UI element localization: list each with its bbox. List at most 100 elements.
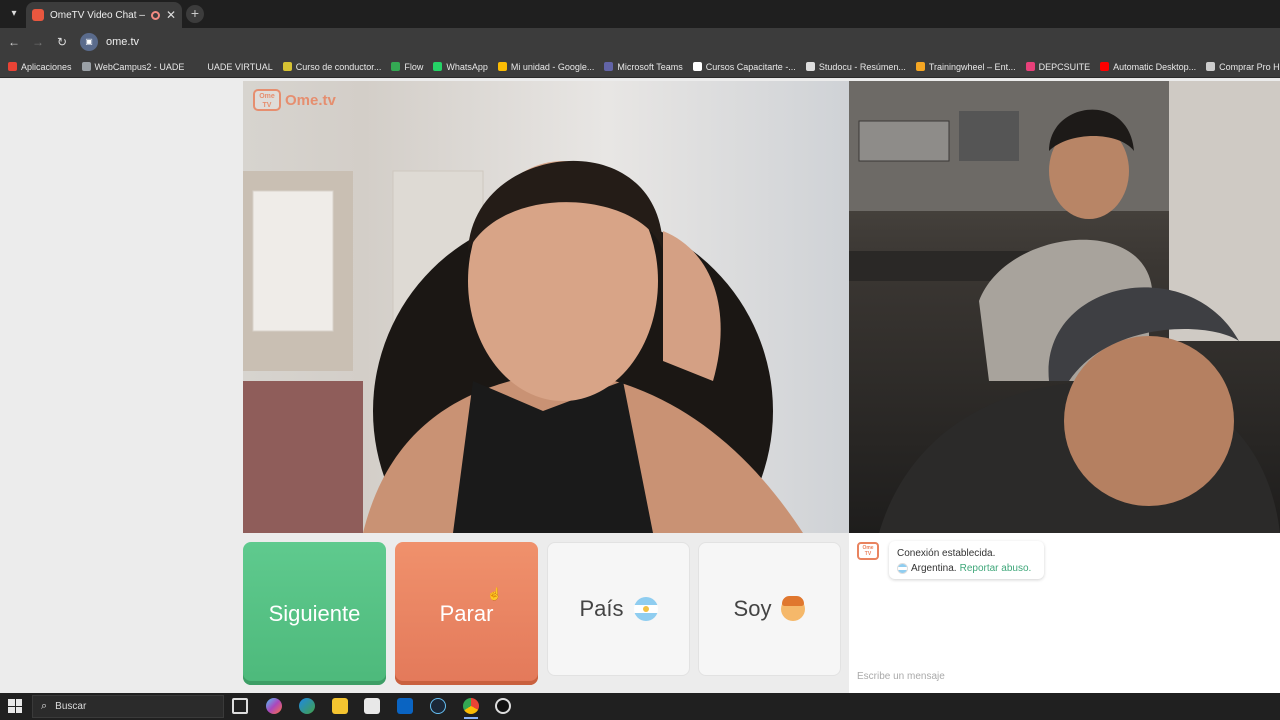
bookmark-item[interactable]: Comprar Pro Horm... bbox=[1206, 62, 1280, 72]
tab-close-icon[interactable]: ✕ bbox=[166, 8, 176, 22]
bookmark-label: Curso de conductor... bbox=[295, 61, 382, 72]
folder-icon bbox=[282, 62, 292, 71]
copilot-icon[interactable] bbox=[266, 698, 282, 714]
stop-button-label: Parar bbox=[439, 600, 494, 626]
bookmark-label: UADE VIRTUAL bbox=[207, 61, 273, 72]
partner-country-text: Argentina. bbox=[911, 563, 957, 574]
chat-panel: Ome TV Conexión establecida. Argentina. … bbox=[849, 533, 1280, 693]
taskbar-search-label: Buscar bbox=[55, 701, 87, 712]
bookmark-label: WhatsApp bbox=[446, 61, 488, 72]
bookmark-item[interactable]: Mi unidad - Google... bbox=[497, 61, 595, 72]
depc-icon bbox=[1025, 62, 1035, 71]
bookmark-label: Flow bbox=[404, 61, 424, 72]
gender-select-button[interactable]: Soy bbox=[698, 542, 841, 676]
file-explorer-icon[interactable] bbox=[332, 698, 348, 714]
ometv-logo: Ome TV Ome.tv bbox=[253, 89, 336, 111]
bookmark-label: Cursos Capacitarte -... bbox=[705, 61, 796, 72]
tab-title: OmeTV Video Chat — Ome bbox=[50, 9, 145, 21]
whatsapp-icon bbox=[433, 62, 443, 71]
local-video: Ome TV Ome.tv bbox=[243, 81, 849, 533]
site-info-icon[interactable]: ▣ bbox=[80, 33, 98, 51]
bookmark-item[interactable]: Cursos Capacitarte -... bbox=[692, 61, 796, 72]
bookmark-item[interactable]: Aplicaciones bbox=[8, 62, 72, 72]
connection-status-text: Conexión establecida. bbox=[897, 548, 996, 559]
url-text[interactable]: ome.tv bbox=[106, 36, 139, 48]
argentina-flag-icon bbox=[633, 597, 658, 621]
bookmark-label: Automatic Desktop... bbox=[1113, 61, 1197, 72]
gender-button-label: Soy bbox=[733, 596, 772, 621]
tab-strip: ▾ OmeTV Video Chat — Ome ✕ + bbox=[0, 0, 1280, 28]
steam-icon[interactable] bbox=[430, 698, 446, 714]
browser-toolbar: ← → ↻ ▣ ome.tv bbox=[0, 28, 1280, 56]
obs-icon[interactable] bbox=[495, 698, 511, 714]
new-tab-button[interactable]: + bbox=[186, 5, 204, 23]
local-video-frame bbox=[243, 160, 803, 533]
taskbar-search-box[interactable]: ⌕ Buscar bbox=[32, 695, 224, 718]
next-button[interactable]: Siguiente bbox=[243, 542, 386, 685]
stop-button[interactable]: Parar bbox=[395, 542, 538, 685]
boy-face-icon bbox=[781, 596, 806, 621]
mouse-cursor-icon: ☝ bbox=[487, 587, 502, 601]
browser-tab-ometv[interactable]: OmeTV Video Chat — Ome ✕ bbox=[26, 2, 182, 28]
teams-icon bbox=[604, 62, 614, 71]
bookmark-item[interactable]: WhatsApp bbox=[433, 62, 488, 72]
apps-icon bbox=[8, 62, 17, 71]
country-filter-button[interactable]: País bbox=[547, 542, 690, 676]
bookmark-item[interactable]: Curso de conductor... bbox=[282, 61, 382, 72]
tab-search-chevron-icon[interactable]: ▾ bbox=[6, 6, 22, 22]
bookmark-label: Mi unidad - Google... bbox=[510, 61, 595, 72]
system-message: Conexión establecida. Argentina. Reporta… bbox=[889, 541, 1044, 579]
bookmark-label: Studocu - Resúmen... bbox=[818, 61, 906, 72]
bookmark-item[interactable]: Flow bbox=[391, 62, 423, 72]
address-bar[interactable]: ▣ ome.tv bbox=[80, 31, 1270, 53]
forward-arrow-icon[interactable]: → bbox=[30, 34, 46, 50]
bookmark-item[interactable]: WebCampus2 - UADE bbox=[81, 61, 185, 72]
search-icon: ⌕ bbox=[41, 700, 48, 712]
bookmark-item[interactable]: Automatic Desktop... bbox=[1100, 62, 1196, 72]
blank-icon bbox=[194, 62, 204, 71]
recording-indicator-icon bbox=[150, 10, 160, 20]
studocu-icon bbox=[805, 62, 815, 71]
flow-icon bbox=[391, 62, 401, 71]
trainingwheel-icon bbox=[915, 62, 925, 71]
microsoft-store-icon[interactable] bbox=[364, 698, 380, 714]
chrome-active-indicator bbox=[464, 717, 478, 719]
report-abuse-link[interactable]: Reportar abuso. bbox=[960, 561, 1032, 576]
edge-icon[interactable] bbox=[299, 698, 315, 714]
argentina-mini-flag-icon bbox=[897, 563, 908, 574]
bookmarks-bar: Aplicaciones WebCampus2 - UADE UADE VIRTUA… bbox=[0, 56, 1280, 78]
shop-icon bbox=[1206, 62, 1216, 71]
windows-taskbar: ⌕ Buscar bbox=[0, 693, 1280, 720]
ometv-page: Ome TV Ome.tv Siguiente Parar País Soy ☝… bbox=[0, 79, 1280, 693]
reload-icon[interactable]: ↻ bbox=[54, 34, 70, 50]
drive-icon bbox=[497, 62, 507, 71]
bookmark-item[interactable]: UADE VIRTUAL bbox=[194, 61, 273, 72]
task-view-icon[interactable] bbox=[232, 698, 248, 714]
ometv-tv-icon: Ome TV bbox=[253, 89, 281, 111]
ometv-brand-text: Ome.tv bbox=[285, 91, 336, 109]
country-button-label: País bbox=[579, 596, 624, 621]
globe-icon bbox=[81, 62, 91, 71]
back-arrow-icon[interactable]: ← bbox=[6, 34, 22, 50]
ometv-favicon-icon bbox=[32, 9, 44, 21]
youtube-icon bbox=[1100, 62, 1110, 71]
message-input[interactable] bbox=[849, 660, 1280, 693]
bookmark-label: WebCampus2 - UADE bbox=[94, 61, 185, 72]
bookmark-label: Comprar Pro Horm... bbox=[1219, 61, 1280, 72]
windows-start-icon[interactable] bbox=[8, 699, 22, 713]
bookmark-label: Microsoft Teams bbox=[617, 61, 683, 72]
chrome-icon[interactable] bbox=[463, 698, 479, 714]
outlook-icon[interactable] bbox=[397, 698, 413, 714]
bookmark-item[interactable]: Studocu - Resúmen... bbox=[805, 61, 906, 72]
bookmark-label: Aplicaciones bbox=[21, 61, 72, 72]
next-button-label: Siguiente bbox=[268, 600, 361, 626]
bookmark-label: Trainingwheel – Ent... bbox=[928, 61, 1016, 72]
c-icon bbox=[692, 62, 702, 71]
bookmark-item[interactable]: Trainingwheel – Ent... bbox=[915, 61, 1016, 72]
ometv-chat-avatar-icon: Ome TV bbox=[857, 542, 879, 560]
bookmark-item[interactable]: DEPCSUITE bbox=[1025, 61, 1091, 72]
bookmark-label: DEPCSUITE bbox=[1038, 61, 1091, 72]
remote-video-frame bbox=[849, 81, 1280, 533]
bookmark-item[interactable]: Microsoft Teams bbox=[604, 61, 683, 72]
remote-video bbox=[849, 81, 1280, 533]
